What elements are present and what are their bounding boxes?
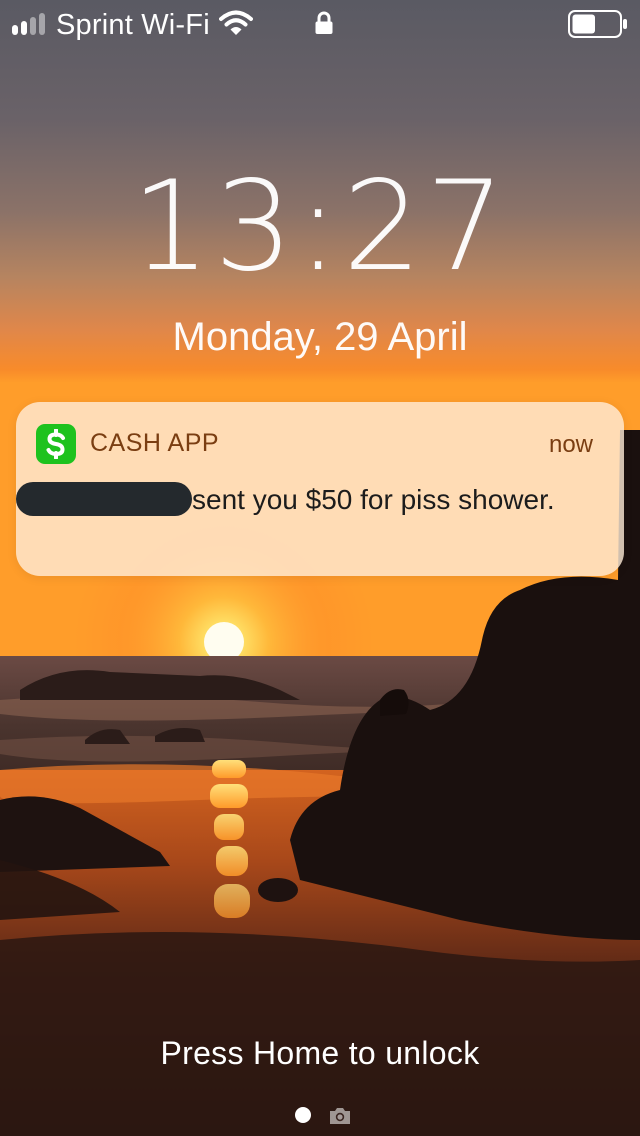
- notification-body: sent you $50 for piss shower.: [16, 482, 610, 518]
- wifi-icon: [219, 10, 253, 35]
- status-bar: Sprint Wi-Fi: [0, 0, 640, 50]
- page-indicator: [0, 1104, 640, 1128]
- lock-screen-clock: 13:27: [131, 155, 509, 299]
- camera-icon[interactable]: [328, 1106, 352, 1126]
- carrier-label: Sprint Wi-Fi: [56, 9, 210, 41]
- signal-icon: [12, 13, 45, 35]
- unlock-hint: Press Home to unlock: [160, 1035, 480, 1071]
- notification-message: sent you $50 for piss shower.: [192, 484, 555, 515]
- page-dot[interactable]: [295, 1107, 311, 1123]
- redacted-sender: [16, 482, 192, 516]
- cash-app-icon: [36, 424, 76, 464]
- lock-screen-date: Monday, 29 April: [172, 315, 468, 359]
- notification-app-name: CASH APP: [90, 429, 220, 457]
- notification-card[interactable]: CASH APP now sent you $50 for piss showe…: [16, 402, 624, 576]
- battery-icon: [568, 10, 627, 38]
- lock-icon: [315, 11, 333, 34]
- notification-time: now: [548, 431, 593, 458]
